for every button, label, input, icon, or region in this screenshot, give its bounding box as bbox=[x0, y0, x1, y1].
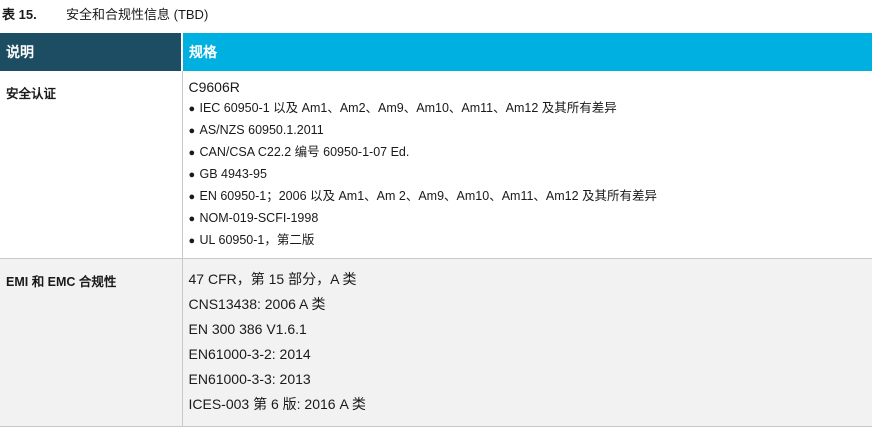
list-item: ● GB 4943-95 bbox=[189, 164, 867, 186]
list-item: ● UL 60950-1，第二版 bbox=[189, 230, 867, 252]
list-item: ● NOM-019-SCFI-1998 bbox=[189, 208, 867, 230]
list-item: CNS13438: 2006 A 类 bbox=[188, 296, 326, 312]
safety-model: C9606R bbox=[188, 79, 240, 95]
bullet-icon: ● bbox=[188, 191, 196, 203]
bullet-icon: ● bbox=[188, 213, 196, 225]
list-item: 47 CFR，第 15 部分，A 类 bbox=[188, 271, 357, 287]
bullet-icon: ● bbox=[188, 103, 196, 115]
table-header-row: 说明 规格 bbox=[0, 33, 872, 71]
header-specification: 规格 bbox=[181, 33, 872, 71]
safety-label: 安全认证 bbox=[0, 71, 182, 259]
emc-spec-cell: 47 CFR，第 15 部分，A 类 CNS13438: 2006 A 类 EN… bbox=[181, 258, 872, 427]
list-item: ● AS/NZS 60950.1.2011 bbox=[189, 120, 867, 142]
list-item: ● IEC 60950-1 以及 Am1、Am2、Am9、Am10、Am11、Am… bbox=[189, 98, 867, 120]
bullet-icon: ● bbox=[188, 125, 196, 137]
list-item: EN61000-3-2: 2014 bbox=[188, 346, 311, 362]
table-row-safety: 安全认证 C9606R ● IEC 60950-1 以及 Am1、Am2、Am9、… bbox=[0, 71, 872, 259]
list-item: EN61000-3-3: 2013 bbox=[188, 371, 311, 387]
bullet-icon: ● bbox=[188, 169, 196, 181]
bullet-icon: ● bbox=[188, 235, 196, 247]
bullet-icon: ● bbox=[188, 147, 196, 159]
safety-spec-cell: C9606R ● IEC 60950-1 以及 Am1、Am2、Am9、Am10、… bbox=[181, 71, 872, 259]
emc-label: EMI 和 EMC 合规性 bbox=[0, 258, 182, 427]
list-item: ICES-003 第 6 版: 2016 A 类 bbox=[188, 396, 366, 412]
header-description: 说明 bbox=[0, 33, 182, 71]
table-number: 表 15. bbox=[2, 7, 37, 22]
safety-list: ● IEC 60950-1 以及 Am1、Am2、Am9、Am10、Am11、Am… bbox=[189, 98, 867, 252]
list-item: ● EN 60950-1；2006 以及 Am1、Am 2、Am9、Am10、Am… bbox=[189, 186, 867, 208]
compliance-table: 说明 规格 安全认证 C9606R ● IEC 60950-1 以及 Am1、Am… bbox=[0, 33, 872, 427]
table-title: 安全和合规性信息 (TBD) bbox=[66, 7, 209, 22]
table-row-emc: EMI 和 EMC 合规性 47 CFR，第 15 部分，A 类 CNS1343… bbox=[0, 258, 872, 427]
table-caption: 表 15. 安全和合规性信息 (TBD) bbox=[2, 6, 208, 24]
list-item: EN 300 386 V1.6.1 bbox=[188, 321, 307, 337]
list-item: ● CAN/CSA C22.2 编号 60950-1-07 Ed. bbox=[189, 142, 867, 164]
